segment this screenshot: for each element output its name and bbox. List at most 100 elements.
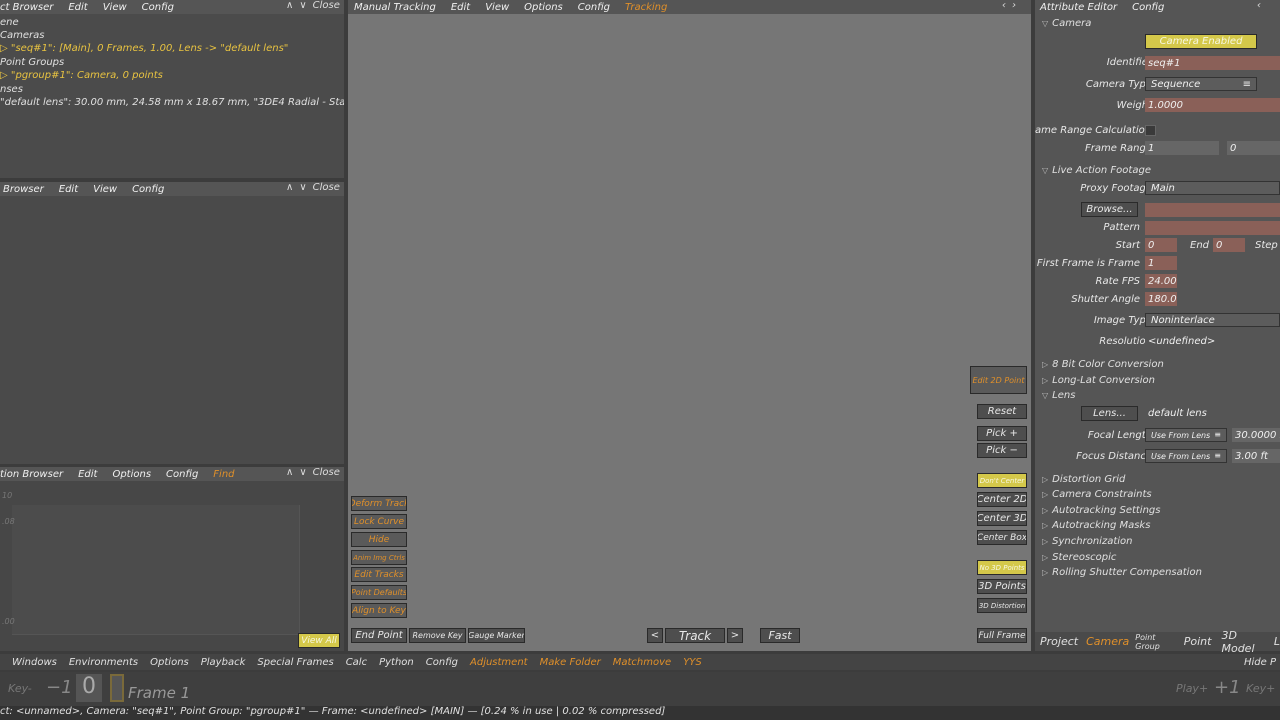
menu-options[interactable]: Options xyxy=(112,469,151,480)
menu-manual-tracking[interactable]: Manual Tracking xyxy=(354,2,436,13)
section-camera-constraints[interactable]: ▷ Camera Constraints xyxy=(1042,489,1152,500)
section-distortion-grid[interactable]: ▷ Distortion Grid xyxy=(1042,474,1125,485)
menu-object-browser[interactable]: ct Browser xyxy=(0,2,53,13)
focus-distance-field[interactable]: 3.00 ft xyxy=(1232,449,1280,463)
start-field[interactable]: 0 xyxy=(1145,238,1177,252)
proxy-footage-select[interactable]: Main xyxy=(1145,181,1280,195)
live-action-section-header[interactable]: ▽ Live Action Footage xyxy=(1042,165,1151,176)
frame-range-end-field[interactable]: 0 xyxy=(1227,141,1280,155)
close-button[interactable]: Close xyxy=(313,467,340,478)
menu-attribute-editor[interactable]: Attribute Editor xyxy=(1040,2,1117,13)
menu-view[interactable]: View xyxy=(103,2,127,13)
current-frame-display[interactable]: 0 xyxy=(76,674,102,702)
footage-path-field[interactable] xyxy=(1145,203,1280,217)
menu-edit[interactable]: Edit xyxy=(78,469,97,480)
frame-range-start-field[interactable]: 1 xyxy=(1145,141,1219,155)
gauge-marker-button[interactable]: Gauge Marker xyxy=(468,628,525,643)
focal-length-field[interactable]: 30.0000 r xyxy=(1232,428,1280,442)
menu-edit[interactable]: Edit xyxy=(59,184,78,195)
remove-key-button[interactable]: Remove Key xyxy=(409,628,466,643)
camera-section-header[interactable]: ▽ Camera xyxy=(1042,18,1091,29)
chevron-down-icon[interactable]: ∨ xyxy=(299,0,306,11)
menu-tracking[interactable]: Tracking xyxy=(625,2,667,13)
camera-enabled-toggle[interactable]: Camera Enabled xyxy=(1145,34,1257,49)
menu-browser[interactable]: Browser xyxy=(3,184,44,195)
track-forward-button[interactable]: > xyxy=(727,628,743,643)
track-backward-button[interactable]: < xyxy=(647,628,663,643)
focal-length-mode-select[interactable]: Use From Lens ≡ xyxy=(1145,428,1227,442)
browse-button[interactable]: Browse... xyxy=(1081,202,1138,217)
3d-points-button[interactable]: 3D Points xyxy=(977,579,1027,594)
menu-make-folder[interactable]: Make Folder xyxy=(540,657,601,668)
lock-curve-button[interactable]: Lock Curve xyxy=(351,514,407,529)
menu-options[interactable]: Options xyxy=(150,657,189,668)
section-synchronization[interactable]: ▷ Synchronization xyxy=(1042,536,1132,547)
pick-plus-button[interactable]: Pick + xyxy=(977,426,1027,441)
menu-find[interactable]: Find xyxy=(213,469,234,480)
pick-minus-button[interactable]: Pick − xyxy=(977,443,1027,458)
point-defaults-button[interactable]: Point Defaults xyxy=(351,585,407,600)
menu-view[interactable]: View xyxy=(485,2,509,13)
chevron-down-icon[interactable]: ∨ xyxy=(299,182,306,193)
align-to-key-button[interactable]: Align to Key xyxy=(351,603,407,618)
track-button[interactable]: Track xyxy=(665,628,725,643)
key-next-button[interactable]: Key+ xyxy=(1246,682,1275,695)
3d-distortion-button[interactable]: 3D Distortion xyxy=(977,598,1027,613)
edit-2d-point-button[interactable]: Edit 2D Point xyxy=(970,366,1027,394)
list-item-pointgroup[interactable]: ▷ "pgroup#1": Camera, 0 points xyxy=(0,70,163,81)
camera-type-select[interactable]: Sequence ≡ xyxy=(1145,77,1257,91)
menu-environments[interactable]: Environments xyxy=(69,657,138,668)
play-forward-button[interactable]: Play+ xyxy=(1176,682,1208,695)
image-type-select[interactable]: Noninterlace xyxy=(1145,313,1280,327)
end-point-button[interactable]: End Point xyxy=(351,628,407,643)
center-2d-button[interactable]: Center 2D xyxy=(977,492,1027,507)
menu-options[interactable]: Options xyxy=(524,2,563,13)
menu-edit[interactable]: Edit xyxy=(68,2,87,13)
list-item-lens[interactable]: "default lens": 30.00 mm, 24.58 mm x 18.… xyxy=(0,97,344,108)
center-box-button[interactable]: Center Box xyxy=(977,530,1027,545)
close-button[interactable]: Close xyxy=(313,182,340,193)
menu-config[interactable]: Config xyxy=(142,2,174,13)
no-3d-points-button[interactable]: No 3D Points xyxy=(977,560,1027,575)
tab-project[interactable]: Project xyxy=(1040,635,1078,648)
center-3d-button[interactable]: Center 3D xyxy=(977,511,1027,526)
chevron-up-icon[interactable]: ∧ xyxy=(286,467,293,478)
chevron-left-icon[interactable]: ‹ xyxy=(1257,0,1261,11)
menu-adjustment[interactable]: Adjustment xyxy=(470,657,528,668)
dont-center-button[interactable]: Don't Center xyxy=(977,473,1027,488)
hide-panel-button[interactable]: Hide P xyxy=(1244,657,1276,668)
list-item-camera[interactable]: ▷ "seq#1": [Main], 0 Frames, 1.00, Lens … xyxy=(0,43,288,54)
focus-distance-mode-select[interactable]: Use From Lens ≡ xyxy=(1145,449,1227,463)
rate-fps-field[interactable]: 24.00 xyxy=(1145,274,1177,288)
end-field[interactable]: 0 xyxy=(1213,238,1245,252)
menu-edit[interactable]: Edit xyxy=(451,2,470,13)
menu-view[interactable]: View xyxy=(93,184,117,195)
weight-field[interactable]: 1.0000 xyxy=(1145,98,1280,112)
frame-minus-one-button[interactable]: −1 xyxy=(46,677,73,698)
section-autotracking-settings[interactable]: ▷ Autotracking Settings xyxy=(1042,505,1160,516)
frame-plus-one-button[interactable]: +1 xyxy=(1214,677,1241,698)
section-autotracking-masks[interactable]: ▷ Autotracking Masks xyxy=(1042,520,1150,531)
pattern-field[interactable] xyxy=(1145,221,1280,235)
chevron-left-icon[interactable]: ‹ xyxy=(1002,0,1006,11)
lens-section-header[interactable]: ▽ Lens xyxy=(1042,390,1075,401)
reset-button[interactable]: Reset xyxy=(977,404,1027,419)
identifier-field[interactable]: seq#1 xyxy=(1145,56,1280,70)
menu-curve-browser[interactable]: tion Browser xyxy=(0,469,63,480)
menu-config[interactable]: Config xyxy=(132,184,164,195)
menu-matchmove[interactable]: Matchmove xyxy=(613,657,671,668)
curve-graph-area[interactable] xyxy=(12,505,300,635)
chevron-right-icon[interactable]: › xyxy=(1012,0,1016,11)
first-frame-field[interactable]: 1 xyxy=(1145,256,1177,270)
menu-playback[interactable]: Playback xyxy=(201,657,246,668)
close-button[interactable]: Close xyxy=(313,0,340,11)
hide-button[interactable]: Hide xyxy=(351,532,407,547)
tab-more[interactable]: L xyxy=(1274,635,1280,648)
menu-config[interactable]: Config xyxy=(1132,2,1164,13)
menu-config[interactable]: Config xyxy=(578,2,610,13)
menu-python[interactable]: Python xyxy=(379,657,414,668)
menu-config[interactable]: Config xyxy=(426,657,458,668)
full-frame-button[interactable]: Full Frame xyxy=(977,628,1027,643)
fast-button[interactable]: Fast xyxy=(760,628,800,643)
menu-special-frames[interactable]: Special Frames xyxy=(257,657,333,668)
